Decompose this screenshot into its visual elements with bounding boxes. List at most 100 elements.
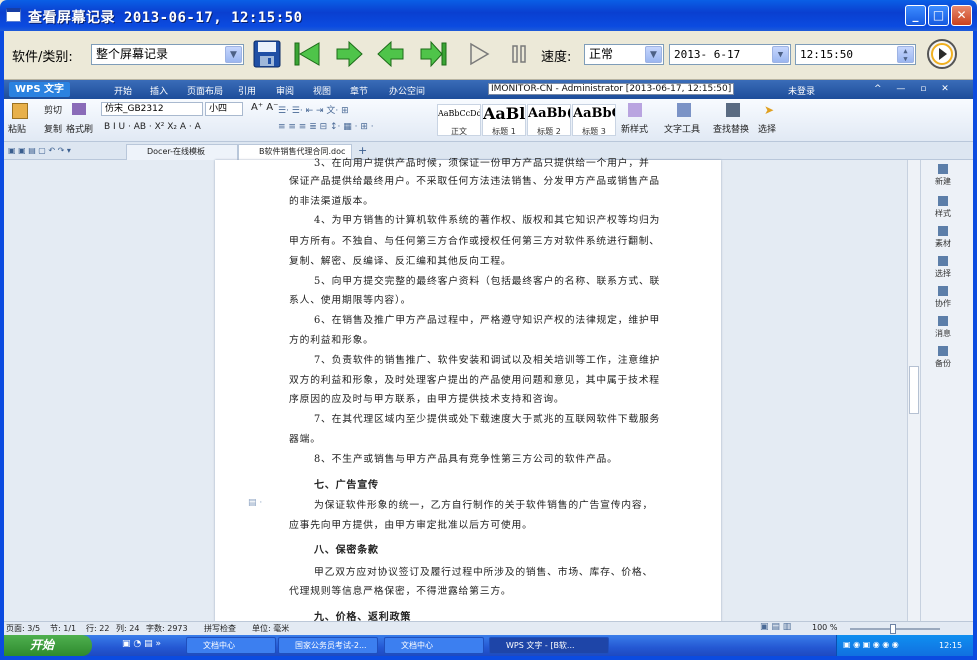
menu-tab-insert[interactable]: 插入 — [150, 84, 168, 97]
minimize-button[interactable]: _ — [905, 5, 926, 26]
task-doc-center-2[interactable]: 文档中心 — [384, 637, 484, 654]
select-button[interactable]: 选择 — [758, 122, 776, 135]
font-format-icons[interactable]: B I U · AB · X² X₂ A · A — [104, 122, 201, 132]
side-collaborate[interactable]: 协作 — [921, 286, 965, 309]
format-painter-button[interactable]: 格式刷 — [66, 122, 93, 135]
doc-line: 7、负责软件的销售推广、软件安装和调试以及相关培训等工作，注意维护 — [314, 355, 661, 366]
chevron-down-icon[interactable]: ▼ — [225, 46, 242, 63]
time-picker[interactable]: 12:15:50 ▲ ▼ — [795, 44, 916, 65]
category-value: 整个屏幕记录 — [96, 47, 169, 61]
copy-button[interactable]: 复制 — [44, 122, 62, 135]
find-replace-button[interactable]: 查找替换 — [713, 122, 749, 135]
style-preview: AaBbCcDd — [438, 109, 480, 118]
side-style[interactable]: 样式 — [921, 196, 965, 219]
zoom-value[interactable]: 100 % — [812, 623, 837, 632]
binoculars-icon[interactable] — [726, 103, 740, 117]
doc-tab-docer[interactable]: Docer-在线模板 — [126, 144, 238, 160]
side-new[interactable]: 新建 — [921, 164, 965, 187]
font-grow-icon[interactable]: A⁺ A⁻ — [251, 102, 278, 113]
side-material[interactable]: 素材 — [921, 226, 965, 249]
wps-app-button[interactable]: WPS 文字 — [9, 82, 71, 97]
spell-check-button[interactable]: 拼写检查 — [204, 623, 236, 634]
doc-line: 方的利益和形象。 — [289, 335, 374, 346]
style-normal[interactable]: AaBbCcDd 正文 — [437, 104, 481, 136]
zoom-slider-thumb[interactable] — [890, 624, 896, 634]
category-select[interactable]: 整个屏幕记录 ▼ — [91, 44, 244, 65]
doc-heading: 七、广告宣传 — [314, 480, 379, 491]
side-backup[interactable]: 备份 — [921, 346, 965, 369]
vertical-scrollbar[interactable] — [907, 160, 920, 623]
paragraph-marker-icon[interactable]: ▤ · — [248, 498, 262, 508]
backup-icon — [938, 346, 948, 356]
menu-tab-start[interactable]: 开始 — [114, 84, 132, 97]
date-picker[interactable]: 2013- 6-17 ▼ — [669, 44, 791, 65]
close-button[interactable]: ✕ — [951, 5, 972, 26]
font-size-select[interactable]: 小四 — [205, 102, 243, 116]
side-label: 协作 — [935, 299, 951, 308]
cursor-icon[interactable]: ➤ — [764, 103, 774, 117]
task-doc-center-1[interactable]: 文档中心 — [186, 637, 276, 654]
task-label: WPS 文字 - [B软... — [506, 641, 575, 650]
style-heading-1[interactable]: AaBl 标题 1 — [482, 104, 526, 136]
tray-icons[interactable]: ▣ ◉ ▣ ◉ ◉ ◉ — [843, 640, 899, 649]
play-icon[interactable] — [464, 39, 494, 69]
wps-window-controls-icon[interactable]: ^ — ▫ ✕ — [874, 84, 955, 94]
paste-button[interactable]: 粘贴 — [8, 122, 26, 135]
chevron-down-icon[interactable]: ▼ — [645, 46, 662, 63]
clock-go-icon[interactable] — [926, 38, 958, 70]
not-logged-in-label[interactable]: 未登录 — [788, 84, 815, 97]
speed-select[interactable]: 正常 ▼ — [584, 44, 664, 65]
font-name-select[interactable]: 仿宋_GB2312 — [101, 102, 203, 116]
save-icon[interactable] — [252, 39, 282, 69]
app-icon — [6, 8, 21, 22]
new-style-button[interactable]: 新样式 — [621, 122, 648, 135]
window-frame-right — [973, 31, 977, 660]
side-select[interactable]: 选择 — [921, 256, 965, 279]
next-icon[interactable] — [334, 39, 364, 69]
quick-launch-icons[interactable]: ▣ ◔ ▤ » — [122, 639, 161, 649]
maximize-button[interactable]: □ — [928, 5, 949, 26]
task-exam[interactable]: 国家公务员考试-2... — [278, 637, 378, 654]
paste-icon[interactable] — [12, 103, 28, 119]
text-tools-button[interactable]: 文字工具 — [664, 122, 700, 135]
side-label: 选择 — [935, 269, 951, 278]
menu-tab-chapter[interactable]: 章节 — [350, 84, 368, 97]
first-frame-icon[interactable] — [292, 39, 322, 69]
scrollbar-thumb[interactable] — [909, 366, 919, 414]
wps-window-title: IMONITOR-CN - Administrator [2013-06-17,… — [488, 83, 735, 95]
time-value: 12:15:50 — [800, 48, 853, 61]
new-tab-icon[interactable]: + — [358, 144, 367, 157]
format-painter-icon[interactable] — [72, 103, 86, 115]
chevron-down-icon[interactable]: ▼ — [772, 46, 789, 63]
style-heading-2[interactable]: AaBb( 标题 2 — [527, 104, 571, 136]
menu-tab-references[interactable]: 引用 — [238, 84, 256, 97]
menu-tab-layout[interactable]: 页面布局 — [187, 84, 223, 97]
new-style-icon[interactable] — [628, 103, 642, 117]
last-frame-icon[interactable] — [418, 39, 448, 69]
doc-line: 代理规则等信息严格保密，不得泄露给第三方。 — [289, 586, 512, 597]
previous-icon[interactable] — [376, 39, 406, 69]
spin-icon[interactable]: ▲ ▼ — [897, 46, 914, 63]
start-button[interactable]: 开始 — [4, 635, 92, 656]
window-frame-bottom — [0, 656, 977, 660]
cut-button[interactable]: 剪切 — [44, 103, 62, 116]
zoom-slider[interactable] — [850, 624, 940, 634]
task-wps[interactable]: WPS 文字 - [B软... — [489, 637, 609, 654]
side-message[interactable]: 消息 — [921, 316, 965, 339]
menu-tab-office-space[interactable]: 办公空间 — [389, 84, 425, 97]
view-mode-icons[interactable]: ▣ ▤ ▥ — [760, 622, 791, 632]
style-heading-3[interactable]: AaBbC 标题 3 — [572, 104, 616, 136]
status-unit: 单位: 毫米 — [252, 624, 290, 633]
status-bar: 页面: 3/5 节: 1/1 行: 22 列: 24 字数: 2973 拼写检查… — [4, 621, 973, 635]
menu-tab-view[interactable]: 视图 — [313, 84, 331, 97]
doc-line: 系人、使用期限等内容）。 — [289, 295, 412, 306]
style-name: 正文 — [451, 127, 467, 136]
style-preview: AaBb( — [528, 106, 570, 121]
paragraph-icons[interactable]: ☰· ☰· ⇤ ⇥ 文· ⊞ — [278, 103, 349, 116]
pause-icon[interactable] — [504, 39, 534, 69]
material-icon — [938, 226, 948, 236]
align-icons[interactable]: ≡ ≡ ≡ ≣ ⊟ ↕· ▦ · ⊞ · — [278, 122, 374, 132]
quick-access-icons[interactable]: ▣ ▣ ▤ ▢ ↶ ↷ ▾ — [8, 146, 71, 155]
text-tools-icon[interactable] — [677, 103, 691, 117]
menu-tab-review[interactable]: 审阅 — [276, 84, 294, 97]
